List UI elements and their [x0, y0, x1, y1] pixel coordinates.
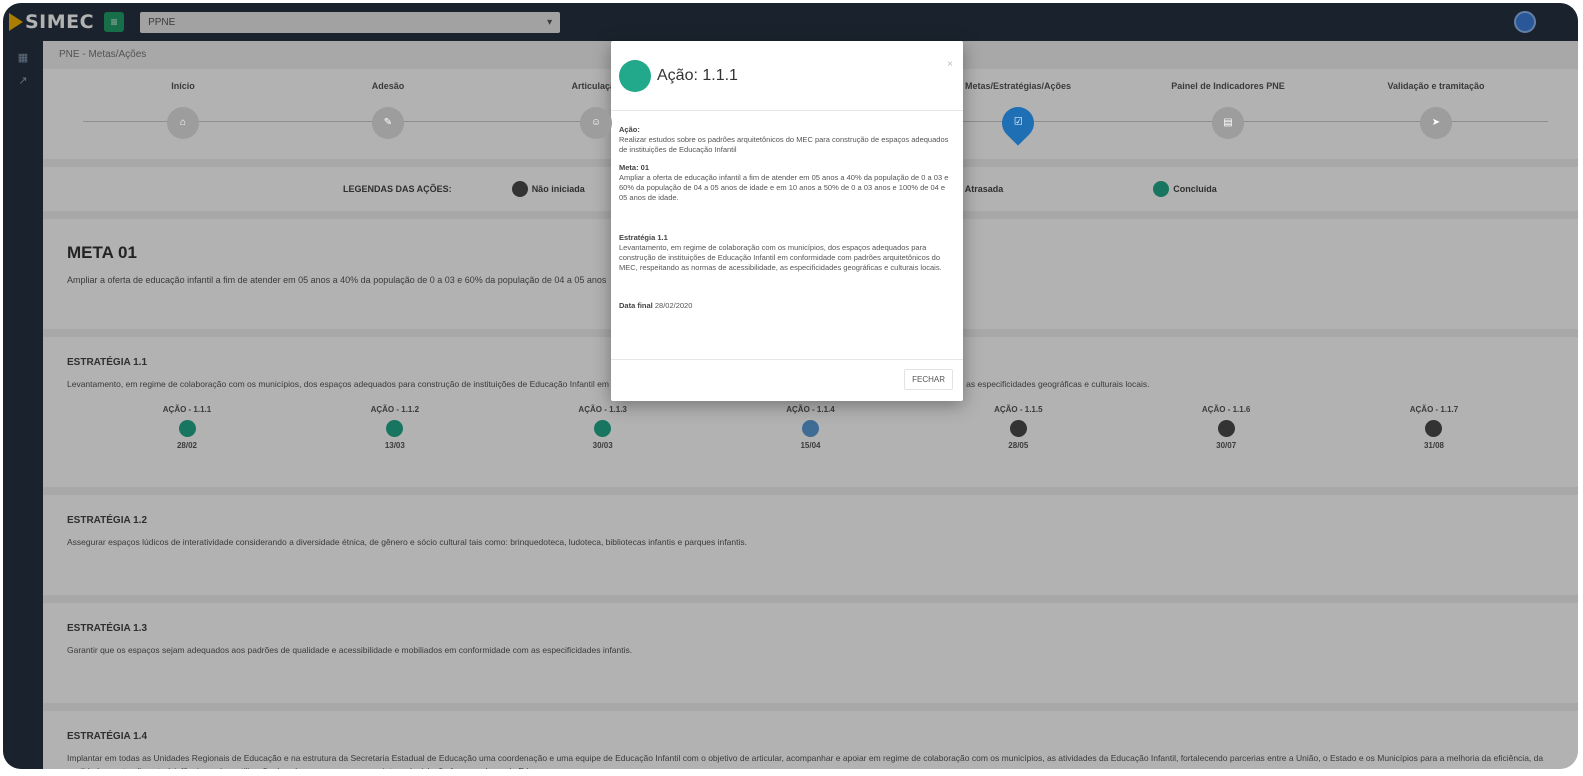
- app-frame: SIMEC ≡ PPNE ▾ ▦ ↗ PNE - Metas/Ações Iní…: [3, 3, 1578, 769]
- data-final: Data final 28/02/2020: [619, 301, 955, 311]
- send-icon: ➤: [1420, 107, 1452, 139]
- acao-label: Ação:: [619, 125, 640, 134]
- chart-icon: ▤: [1212, 107, 1244, 139]
- close-icon[interactable]: ×: [947, 59, 953, 70]
- modal-header: Ação: 1.1.1 ×: [611, 41, 963, 111]
- action-modal: Ação: 1.1.1 × Ação: Realizar estudos sob…: [611, 41, 963, 401]
- status-dot: [619, 59, 651, 92]
- people-icon: ☺: [580, 107, 612, 139]
- data-final-label: Data final: [619, 301, 653, 310]
- acao-text: Realizar estudos sobre os padrões arquit…: [619, 135, 949, 154]
- handshake-icon: ✎: [372, 107, 404, 139]
- data-final-value: 28/02/2020: [654, 301, 693, 310]
- modal-body: Ação: Realizar estudos sobre os padrões …: [611, 111, 963, 359]
- meta-label: Meta: 01: [619, 163, 650, 172]
- estrategia-text: Levantamento, em regime de colaboração c…: [619, 243, 942, 272]
- modal-footer: FECHAR: [611, 359, 963, 399]
- close-button[interactable]: FECHAR: [904, 369, 953, 390]
- estrategia-label: Estratégia 1.1: [619, 233, 668, 242]
- meta-text: Ampliar a oferta de educação infantil a …: [619, 173, 949, 202]
- modal-title: Ação: 1.1.1: [657, 66, 738, 84]
- home-icon: ⌂: [167, 107, 199, 139]
